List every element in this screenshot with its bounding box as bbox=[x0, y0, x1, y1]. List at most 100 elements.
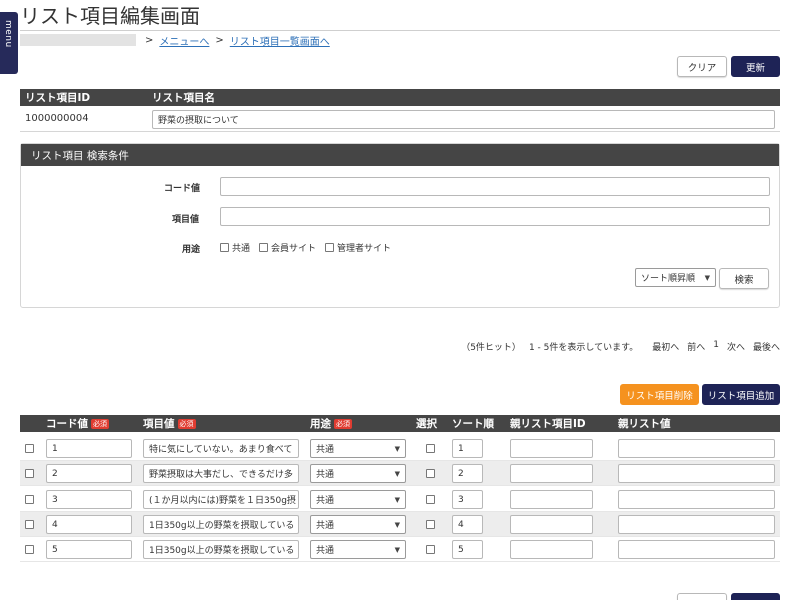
menu-label: menu bbox=[3, 20, 13, 48]
pager-first[interactable]: 最初へ bbox=[652, 340, 679, 353]
usage-admin-label: 管理者サイト bbox=[337, 244, 392, 254]
code-search-input[interactable] bbox=[220, 177, 770, 196]
usage-select[interactable]: 共通 ▼ bbox=[310, 515, 406, 534]
usage-select[interactable]: 共通 ▼ bbox=[310, 490, 406, 509]
row-delete-checkbox[interactable] bbox=[25, 469, 34, 478]
row-delete-checkbox[interactable] bbox=[25, 545, 34, 554]
usage-select[interactable]: 共通 ▼ bbox=[310, 464, 406, 483]
menu-tab[interactable]: menu bbox=[0, 12, 18, 74]
pager-range: 1 - 5件を表示しています。 bbox=[528, 343, 639, 353]
list-table-header: コード値 必須 項目値 必須 用途 必須 選択 ソート順 親リスト項目ID 親リ… bbox=[20, 415, 780, 432]
header-parent-id: 親リスト項目ID bbox=[510, 418, 586, 430]
breadcrumb-redacted bbox=[20, 34, 136, 46]
breadcrumb-separator: > bbox=[145, 34, 154, 46]
required-badge: 必須 bbox=[334, 418, 352, 429]
item-input[interactable]: (１か月以内には)野菜を１日350g摂 bbox=[143, 490, 299, 509]
sort-input[interactable]: 3 bbox=[452, 490, 483, 509]
parent-value-input[interactable] bbox=[618, 515, 775, 534]
code-input[interactable]: 2 bbox=[46, 464, 132, 483]
select-checkbox[interactable] bbox=[426, 469, 435, 478]
row-delete-checkbox[interactable] bbox=[25, 520, 34, 529]
clear-button-bottom[interactable] bbox=[677, 593, 727, 600]
item-table-header: リスト項目ID リスト項目名 bbox=[20, 89, 780, 106]
pager-prev[interactable]: 前へ bbox=[687, 340, 705, 353]
code-input[interactable]: 3 bbox=[46, 490, 132, 509]
usage-select-value: 共通 bbox=[316, 445, 335, 455]
usage-select[interactable]: 共通 ▼ bbox=[310, 540, 406, 559]
select-checkbox[interactable] bbox=[426, 520, 435, 529]
chevron-down-icon: ▼ bbox=[394, 469, 400, 478]
parent-value-input[interactable] bbox=[618, 540, 775, 559]
delete-list-item-button[interactable]: リスト項目削除 bbox=[620, 384, 699, 405]
item-input[interactable]: 特に気にしていない。あまり食べて bbox=[143, 439, 299, 458]
parent-value-input[interactable] bbox=[618, 439, 775, 458]
parent-id-input[interactable] bbox=[510, 464, 593, 483]
sort-input[interactable]: 4 bbox=[452, 515, 483, 534]
pager-current: 1 bbox=[713, 340, 719, 350]
usage-select-value: 共通 bbox=[316, 470, 335, 480]
item-search-input[interactable] bbox=[220, 207, 770, 226]
search-panel-title: リスト項目 検索条件 bbox=[21, 144, 779, 166]
chevron-down-icon: ▼ bbox=[704, 273, 710, 282]
usage-member-checkbox[interactable] bbox=[259, 243, 269, 252]
usage-common-label: 共通 bbox=[232, 244, 251, 254]
update-button-bottom[interactable] bbox=[731, 593, 780, 600]
row-delete-checkbox[interactable] bbox=[25, 444, 34, 453]
select-checkbox[interactable] bbox=[426, 495, 435, 504]
parent-id-input[interactable] bbox=[510, 540, 593, 559]
parent-id-input[interactable] bbox=[510, 490, 593, 509]
code-input[interactable]: 5 bbox=[46, 540, 132, 559]
header-list-item-id: リスト項目ID bbox=[25, 92, 91, 104]
header-code-label: コード値 bbox=[46, 418, 88, 430]
header-item: 項目値 必須 bbox=[143, 416, 196, 431]
pager-next[interactable]: 次へ bbox=[727, 340, 745, 353]
chevron-down-icon: ▼ bbox=[394, 495, 400, 504]
usage-common-checkbox[interactable] bbox=[220, 243, 229, 252]
usage-admin-checkbox[interactable] bbox=[325, 243, 335, 252]
list-item-id: 1000000004 bbox=[25, 113, 89, 124]
search-button[interactable]: 検索 bbox=[719, 268, 769, 289]
chevron-down-icon: ▼ bbox=[394, 520, 400, 529]
usage-checkbox-group: 共通 会員サイト 管理者サイト bbox=[220, 241, 391, 254]
usage-select[interactable]: 共通 ▼ bbox=[310, 439, 406, 458]
breadcrumb-menu-link[interactable]: メニューへ bbox=[159, 33, 209, 48]
required-badge: 必須 bbox=[177, 418, 196, 429]
sort-order-value: ソート順昇順 bbox=[641, 274, 696, 284]
parent-value-input[interactable] bbox=[618, 490, 775, 509]
list-item-name-input[interactable]: 野菜の摂取について bbox=[152, 110, 775, 129]
code-input[interactable]: 4 bbox=[46, 515, 132, 534]
item-input[interactable]: 野菜摂取は大事だし、できるだけ多 bbox=[143, 464, 299, 483]
add-list-item-button[interactable]: リスト項目追加 bbox=[702, 384, 780, 405]
row-delete-checkbox[interactable] bbox=[25, 495, 34, 504]
required-badge: 必須 bbox=[91, 418, 109, 429]
sort-input[interactable]: 5 bbox=[452, 540, 483, 559]
code-input[interactable]: 1 bbox=[46, 439, 132, 458]
usage-select-value: 共通 bbox=[316, 521, 335, 531]
clear-button[interactable]: クリア bbox=[677, 56, 727, 77]
item-label: 項目値 bbox=[172, 215, 200, 225]
header-list-item-name: リスト項目名 bbox=[152, 92, 215, 104]
pager: （5件ヒット） 1 - 5件を表示しています。 最初へ 前へ 1 次へ 最後へ bbox=[461, 340, 780, 353]
pager-last[interactable]: 最後へ bbox=[753, 340, 780, 353]
pager-hits: （5件ヒット） bbox=[461, 343, 521, 353]
select-checkbox[interactable] bbox=[426, 545, 435, 554]
header-sort: ソート順 bbox=[452, 418, 494, 430]
sort-input[interactable]: 1 bbox=[452, 439, 483, 458]
code-label: コード値 bbox=[164, 184, 201, 194]
parent-value-input[interactable] bbox=[618, 464, 775, 483]
usage-label: 用途 bbox=[182, 245, 201, 255]
parent-id-input[interactable] bbox=[510, 515, 593, 534]
chevron-down-icon: ▼ bbox=[394, 444, 400, 453]
breadcrumb-list-link[interactable]: リスト項目一覧画面へ bbox=[230, 33, 330, 48]
chevron-down-icon: ▼ bbox=[394, 545, 400, 554]
header-code: コード値 必須 bbox=[46, 416, 109, 431]
sort-order-select[interactable]: ソート順昇順 ▼ bbox=[635, 268, 716, 287]
sort-input[interactable]: 2 bbox=[452, 464, 483, 483]
item-input[interactable]: 1日350g以上の野菜を摂取している bbox=[143, 515, 299, 534]
select-checkbox[interactable] bbox=[426, 444, 435, 453]
header-usage-label: 用途 bbox=[310, 418, 331, 430]
update-button[interactable]: 更新 bbox=[731, 56, 780, 77]
parent-id-input[interactable] bbox=[510, 439, 593, 458]
item-input[interactable]: 1日350g以上の野菜を摂取している bbox=[143, 540, 299, 559]
header-parent-value: 親リスト値 bbox=[618, 418, 671, 430]
